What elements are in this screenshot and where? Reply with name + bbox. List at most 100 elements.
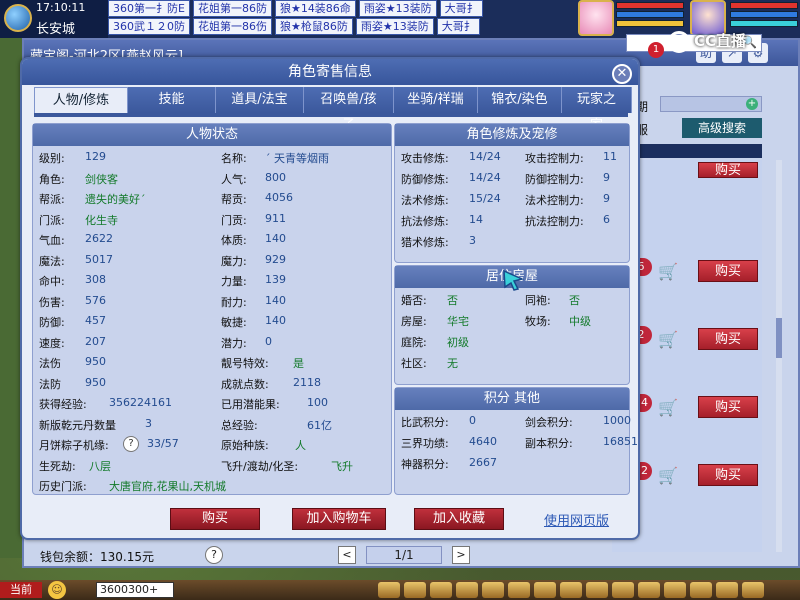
action-icon[interactable] bbox=[690, 582, 712, 598]
status-row: 帮派: 遗失的美好´ 帮贡: 4056 bbox=[33, 191, 391, 211]
stall-sign[interactable]: 360第一扌防E bbox=[108, 0, 190, 17]
stall-sign[interactable]: 花姐第一86防 bbox=[192, 0, 272, 17]
cart-icon[interactable]: 🛒 bbox=[658, 330, 678, 349]
help-icon[interactable]: ? bbox=[205, 546, 223, 564]
list-scrollbar[interactable] bbox=[776, 160, 782, 552]
tab-skills[interactable]: 技能 bbox=[128, 87, 216, 113]
stall-sign[interactable]: 雨姿★13装防 bbox=[358, 0, 437, 17]
action-icon[interactable] bbox=[534, 582, 556, 598]
action-icon[interactable] bbox=[482, 582, 504, 598]
minimap-clock[interactable]: 17:10:11 长安城 bbox=[0, 0, 108, 38]
stat-label: 速度: bbox=[39, 336, 65, 350]
stall-sign[interactable]: 雨姿★13装防 bbox=[355, 18, 434, 35]
stat-label: 法防 bbox=[39, 377, 61, 391]
next-page-button[interactable]: > bbox=[452, 546, 470, 564]
tab-pets[interactable]: 召唤兽/孩子 bbox=[304, 87, 394, 133]
buy-button[interactable]: 购买 bbox=[698, 464, 758, 486]
status-row: 月饼粽子机缘: 33/57? 原始种族: 人 bbox=[33, 436, 391, 457]
action-icon[interactable] bbox=[378, 582, 400, 598]
stat-value: 140 bbox=[265, 232, 286, 245]
info-label: 比武积分: bbox=[401, 416, 449, 429]
action-icon[interactable] bbox=[456, 582, 478, 598]
tab-outfits[interactable]: 锦衣/染色 bbox=[478, 87, 562, 113]
info-label: 防御控制力: bbox=[525, 173, 584, 186]
chat-channel-button[interactable]: 当前 bbox=[0, 582, 42, 598]
action-icon[interactable] bbox=[586, 582, 608, 598]
info-row: 神器积分: 2667 bbox=[395, 456, 629, 476]
pet-avatar[interactable] bbox=[578, 0, 614, 36]
info-row: 比武积分: 0 剑会积分: 1000 bbox=[395, 414, 631, 434]
action-icon[interactable] bbox=[612, 582, 634, 598]
tab-bar: 人物/修炼 技能 道具/法宝 召唤兽/孩子 坐骑/祥瑞 锦衣/染色 玩家之家 bbox=[34, 87, 632, 133]
buy-button[interactable]: 购买 bbox=[698, 260, 758, 282]
stat-label: 门贡: bbox=[221, 213, 247, 227]
stat-value: 911 bbox=[265, 211, 286, 225]
action-icon[interactable] bbox=[742, 582, 764, 598]
stall-sign[interactable]: 狼★枪鼠86防 bbox=[275, 18, 353, 35]
info-value: 4640 bbox=[469, 435, 497, 448]
stat-value: 576 bbox=[85, 293, 106, 307]
stat-label: 新版乾元丹数量 bbox=[39, 418, 116, 432]
stat-value: 33/57 bbox=[147, 437, 179, 450]
stat-value: 人 bbox=[295, 439, 306, 452]
info-value: 14/24 bbox=[469, 150, 501, 163]
stat-label: 已用潜能果: bbox=[221, 398, 280, 411]
tab-mounts[interactable]: 坐骑/祥瑞 bbox=[394, 87, 478, 113]
status-row: 法防 950 成就点数: 2118 bbox=[33, 376, 391, 396]
stat-value: 140 bbox=[265, 314, 286, 327]
stat-value: 950 bbox=[85, 355, 106, 368]
publicity-select[interactable]: + bbox=[660, 96, 762, 112]
prev-page-button[interactable]: < bbox=[338, 546, 356, 564]
help-icon[interactable]: ? bbox=[123, 436, 139, 452]
scrollbar-thumb[interactable] bbox=[776, 318, 782, 358]
action-icon[interactable] bbox=[638, 582, 660, 598]
info-value: 15/24 bbox=[469, 192, 501, 205]
stall-sign[interactable]: 大哥扌 bbox=[436, 18, 480, 35]
stat-label: 总经验: bbox=[221, 418, 258, 432]
action-icon[interactable] bbox=[430, 582, 452, 598]
stat-label: 魔力: bbox=[221, 254, 247, 268]
stall-sign[interactable]: 花姐第一86伤 bbox=[193, 18, 272, 35]
cart-icon[interactable]: 🛒 bbox=[658, 262, 678, 281]
stall-sign[interactable]: 大哥扌 bbox=[439, 0, 483, 17]
plus-icon[interactable]: + bbox=[746, 98, 758, 110]
cart-icon[interactable]: 🛒 bbox=[658, 466, 678, 485]
info-label: 抗法控制力: bbox=[525, 215, 584, 228]
stat-value: 207 bbox=[85, 334, 106, 348]
stall-sign[interactable]: 狼★14装86命 bbox=[274, 0, 356, 17]
info-row: 房屋: 华宅 牧场: 中级 bbox=[395, 313, 629, 333]
info-label: 庭院: bbox=[401, 336, 427, 349]
buy-button[interactable]: 购买 bbox=[698, 396, 758, 418]
buy-button[interactable]: 购买 bbox=[698, 328, 758, 350]
chat-input[interactable]: 3600300+ bbox=[96, 582, 174, 598]
add-to-cart-button[interactable]: 加入购物车 bbox=[292, 508, 386, 530]
action-icon[interactable] bbox=[716, 582, 738, 598]
tab-character[interactable]: 人物/修炼 bbox=[34, 87, 128, 113]
tab-home[interactable]: 玩家之家 bbox=[562, 87, 632, 133]
stat-value: 950 bbox=[85, 375, 106, 389]
info-value: 3 bbox=[469, 234, 476, 247]
advanced-search-button[interactable]: 高级搜索 bbox=[682, 118, 762, 138]
page-indicator: 1/1 bbox=[366, 546, 442, 564]
add-to-favorites-button[interactable]: 加入收藏 bbox=[414, 508, 504, 530]
status-row: 防御: 457 敏捷: 140 bbox=[33, 314, 391, 334]
dialog-title: 角色寄售信息 bbox=[22, 59, 638, 85]
stat-label: 人气: bbox=[221, 172, 247, 186]
use-web-version-link[interactable]: 使用网页版 bbox=[544, 510, 609, 529]
buy-button[interactable]: 购买 bbox=[698, 162, 758, 178]
cart-icon[interactable]: 🛒 bbox=[658, 398, 678, 417]
chat-taskbar: 当前 ☺ 3600300+ bbox=[0, 580, 800, 600]
action-icon[interactable] bbox=[404, 582, 426, 598]
action-icon[interactable] bbox=[560, 582, 582, 598]
stall-sign[interactable]: 360武１２0防 bbox=[108, 18, 190, 35]
hp-bar bbox=[616, 2, 684, 9]
mp-bar bbox=[730, 11, 798, 18]
close-button[interactable]: ✕ bbox=[612, 64, 632, 84]
action-icon[interactable] bbox=[508, 582, 530, 598]
buy-button[interactable]: 购买 bbox=[170, 508, 260, 530]
tab-items[interactable]: 道具/法宝 bbox=[216, 87, 304, 113]
action-icon[interactable] bbox=[664, 582, 686, 598]
info-label: 副本积分: bbox=[525, 437, 573, 450]
emoji-icon[interactable]: ☺ bbox=[48, 581, 66, 599]
info-label: 婚否: bbox=[401, 294, 427, 307]
